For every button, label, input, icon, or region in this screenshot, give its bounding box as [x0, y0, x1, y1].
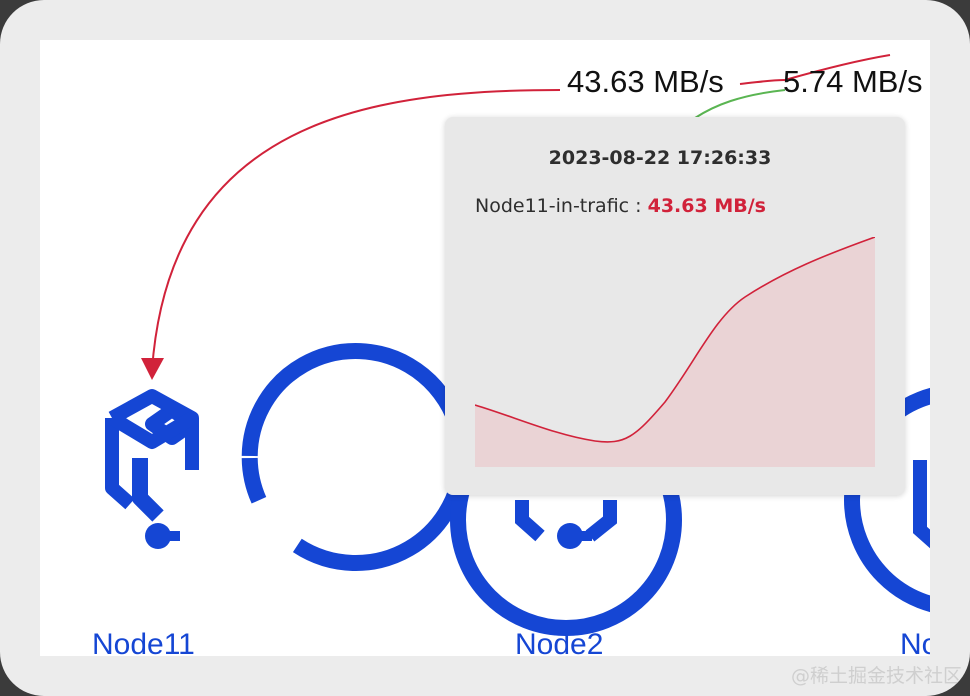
node-label-node11[interactable]: Node11	[92, 630, 195, 657]
tooltip-sparkline	[475, 237, 875, 467]
node-label-node3[interactable]: No	[900, 630, 930, 657]
traffic-tooltip: 2023-08-22 17:26:33 Node11-in-trafic : 4…	[445, 117, 905, 495]
watermark: @稀土掘金技术社区	[790, 665, 962, 687]
edge-arrowhead	[141, 358, 164, 380]
node11-icon	[105, 343, 470, 571]
tooltip-series-value: 43.63 MB/s	[647, 195, 766, 217]
tooltip-series-label: Node11-in-trafic :	[475, 195, 648, 217]
edge-label-secondary: 5.74 MB/s	[783, 64, 923, 99]
topology-canvas[interactable]: 43.63 MB/s 5.74 MB/s Node11 Node2 No 202…	[40, 40, 930, 656]
edge-red-between-labels	[739, 79, 786, 85]
window-frame: 43.63 MB/s 5.74 MB/s Node11 Node2 No 202…	[0, 0, 970, 696]
sparkline-area	[475, 237, 875, 467]
node-label-node2[interactable]: Node2	[515, 630, 603, 657]
tooltip-series-row: Node11-in-trafic : 43.63 MB/s	[475, 195, 766, 217]
edge-label-node11-in: 43.63 MB/s	[567, 64, 724, 99]
tooltip-timestamp: 2023-08-22 17:26:33	[548, 147, 772, 169]
